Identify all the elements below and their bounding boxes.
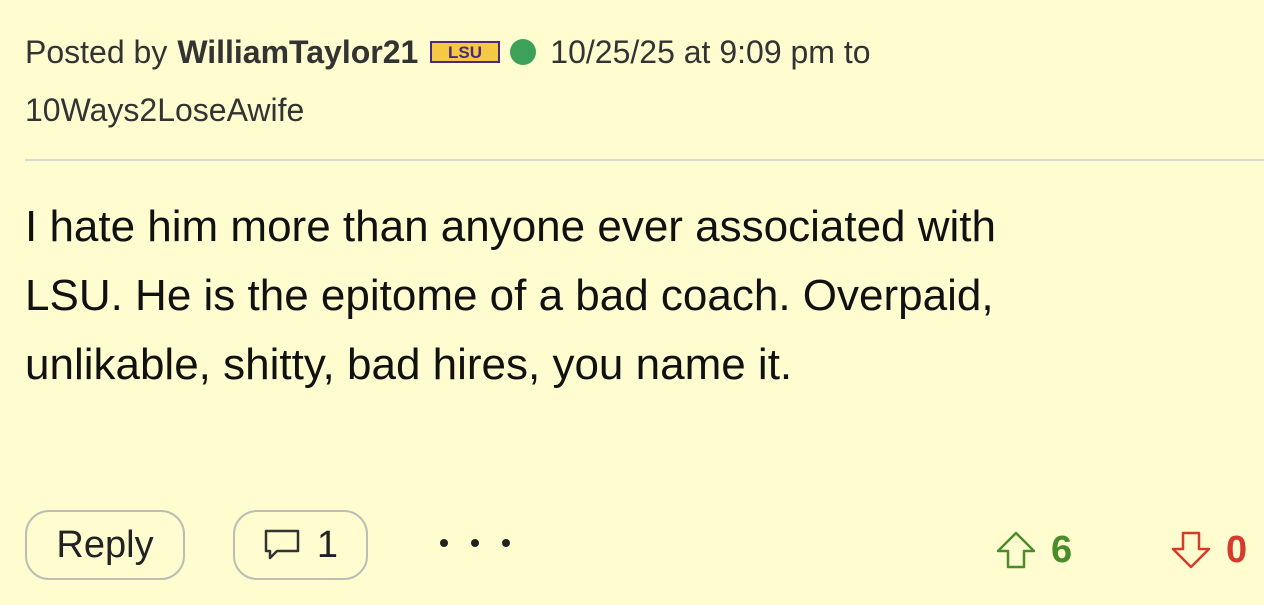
author-username[interactable]: WilliamTaylor21 (177, 23, 418, 81)
downvote-button[interactable]: 0 (1170, 525, 1247, 575)
forum-post: Posted by WilliamTaylor21 LSU 10/25/25 a… (0, 0, 1264, 605)
more-options-button[interactable] (440, 518, 510, 568)
header-divider (25, 159, 1264, 161)
post-timestamp: 10/25/25 at 9:09 pm to (550, 34, 871, 70)
post-body-line: unlikable, shitty, bad hires, you name i… (25, 340, 793, 389)
comment-count: 1 (316, 523, 339, 566)
post-body: I hate him more than anyone ever associa… (25, 192, 1225, 399)
arrow-up-icon (996, 531, 1036, 569)
downvote-count: 0 (1226, 528, 1248, 571)
reply-button[interactable]: Reply (25, 510, 185, 580)
lsu-logo-text: LSU (448, 43, 482, 62)
comment-bubble-icon (264, 529, 300, 560)
ellipsis-icon-dot (471, 539, 479, 547)
upvote-count: 6 (1051, 528, 1073, 571)
upvote-button[interactable]: 6 (995, 525, 1072, 575)
ellipsis-icon-dot (440, 539, 448, 547)
arrow-down-icon (1171, 531, 1211, 569)
comment-count-button[interactable]: 1 (233, 510, 368, 580)
ellipsis-icon-dot (502, 539, 510, 547)
online-status-indicator (510, 39, 537, 65)
post-body-line: I hate him more than anyone ever associa… (25, 202, 996, 251)
post-body-line: LSU. He is the epitome of a bad coach. O… (25, 271, 994, 320)
reply-to-user[interactable]: 10Ways2LoseAwife (25, 88, 1225, 132)
post-meta-line: Posted by WilliamTaylor21 LSU 10/25/25 a… (25, 30, 1225, 74)
lsu-logo-icon: LSU (430, 41, 501, 63)
posted-by-label: Posted by (25, 34, 168, 70)
post-header: Posted by WilliamTaylor21 LSU 10/25/25 a… (25, 30, 1225, 132)
reply-button-label: Reply (56, 523, 154, 566)
